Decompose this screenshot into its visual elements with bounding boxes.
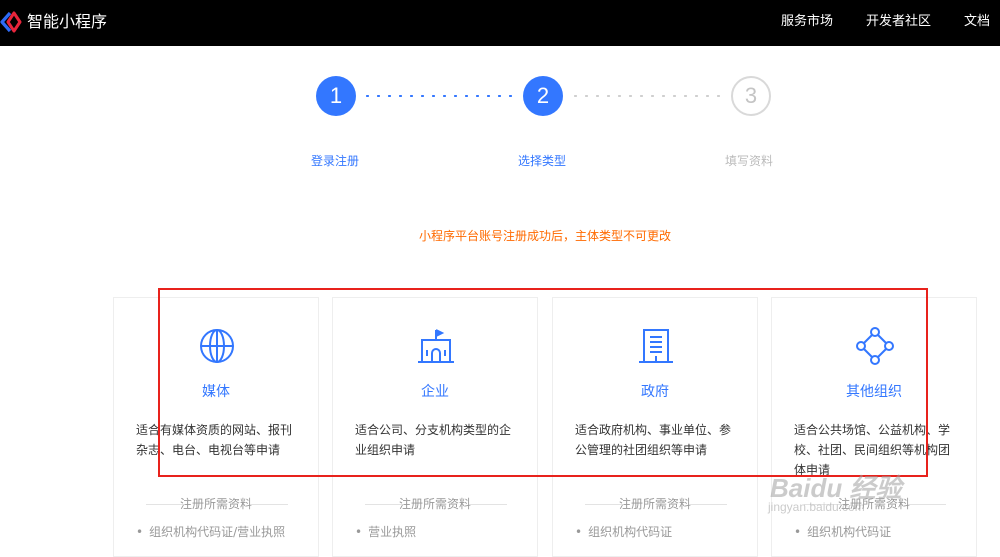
type-card-enterprise[interactable]: 企业 适合公司、分支机构类型的企业组织申请 注册所需资料 营业执照 — [332, 297, 538, 557]
divider — [689, 504, 727, 505]
network-nodes-icon — [856, 327, 894, 365]
step-1-label: 登录注册 — [310, 154, 359, 168]
building-flag-icon — [418, 329, 454, 363]
step-2-label: 选择类型 — [517, 154, 566, 168]
government-building-icon — [639, 329, 673, 363]
card-title: 媒体 — [202, 384, 230, 400]
step-2-circle: 2 — [523, 76, 563, 116]
nav-service-market[interactable]: 服务市场 — [781, 13, 833, 31]
card-description: 适合政府机构、事业单位、参公管理的社团组织等申请 — [575, 423, 732, 457]
nav-developer-community[interactable]: 开发者社区 — [866, 13, 931, 31]
divider — [469, 504, 507, 505]
nav-docs[interactable]: 文档 — [964, 13, 990, 31]
step-1-circle: 1 — [316, 76, 356, 116]
requirement-item: 组织机构代码证 — [575, 524, 672, 540]
divider — [908, 504, 946, 505]
divider — [250, 504, 288, 505]
step-3-label: 填写资料 — [724, 154, 773, 168]
brand-name[interactable]: 智能小程序 — [27, 11, 107, 33]
type-card-other-org[interactable]: 其他组织 适合公共场馆、公益机构、学校、社团、民间组织等机构团体申请 注册所需资… — [771, 297, 977, 557]
card-title: 政府 — [641, 384, 669, 400]
top-navigation-bar: 智能小程序 服务市场 开发者社区 文档 — [0, 0, 1000, 46]
card-title: 其他组织 — [846, 384, 902, 400]
smart-program-logo-icon[interactable] — [0, 11, 22, 33]
type-card-government[interactable]: 政府 适合政府机构、事业单位、参公管理的社团组织等申请 注册所需资料 组织机构代… — [552, 297, 758, 557]
step-connector-1 — [362, 95, 514, 97]
requirement-item: 营业执照 — [355, 524, 416, 540]
requirement-item: 组织机构代码证 — [794, 524, 891, 540]
requirement-item: 组织机构代码证/营业执照 — [136, 524, 285, 540]
card-title: 企业 — [421, 384, 449, 400]
step-connector-2 — [570, 95, 720, 97]
step-3-circle: 3 — [731, 76, 771, 116]
card-description: 适合公司、分支机构类型的企业组织申请 — [355, 423, 512, 457]
globe-icon — [200, 329, 234, 363]
type-notice: 小程序平台账号注册成功后，主体类型不可更改 — [418, 229, 671, 243]
card-description: 适合有媒体资质的网站、报刊杂志、电台、电视台等申请 — [136, 423, 293, 457]
type-card-media[interactable]: 媒体 适合有媒体资质的网站、报刊杂志、电台、电视台等申请 注册所需资料 组织机构… — [113, 297, 319, 557]
watermark-url: jingyan.baidu.com — [768, 500, 865, 514]
